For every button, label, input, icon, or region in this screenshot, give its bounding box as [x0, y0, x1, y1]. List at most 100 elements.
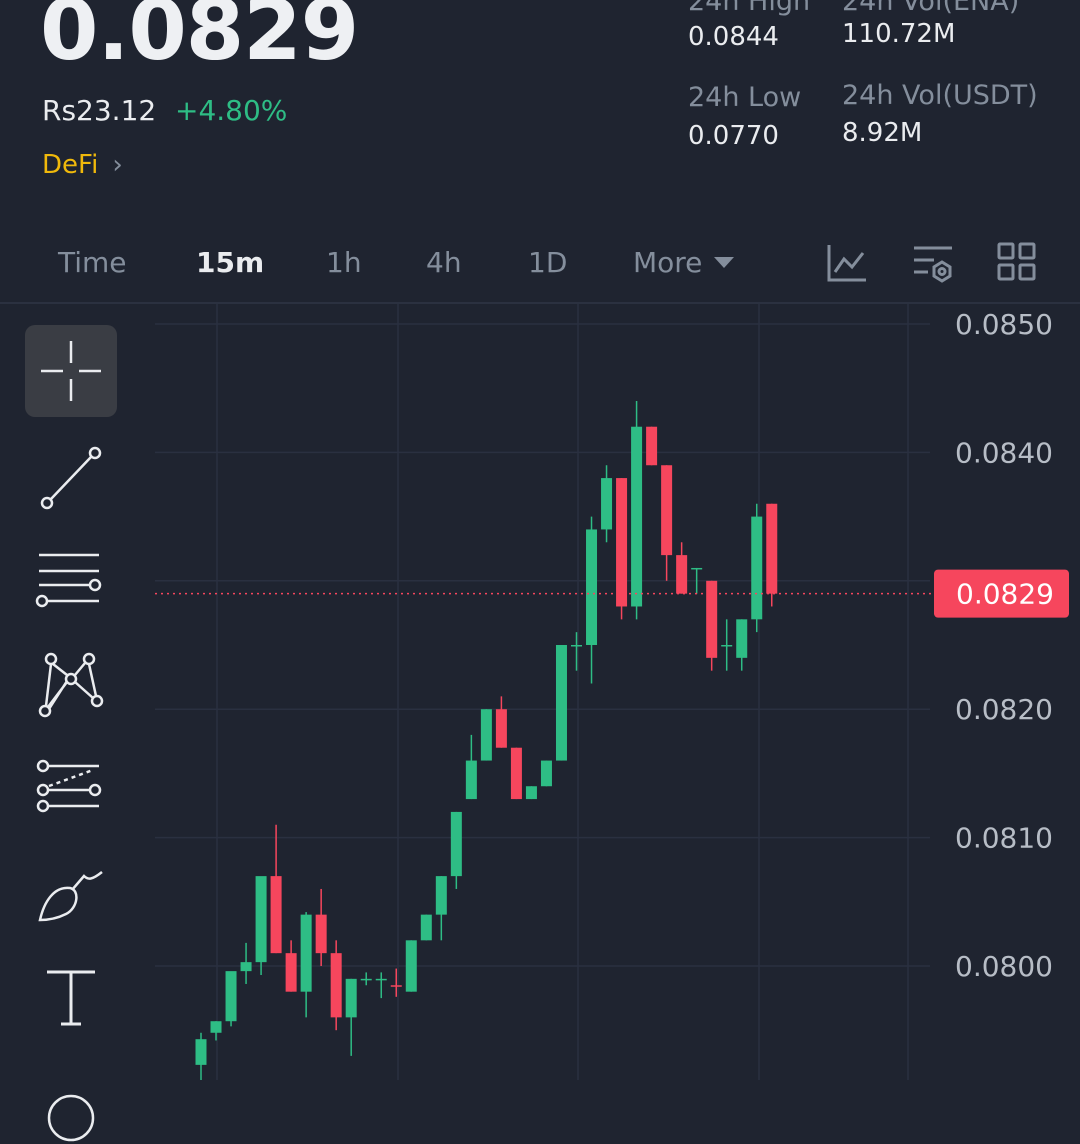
candle-body: [225, 971, 237, 1022]
candle-38: [766, 503, 778, 607]
stat-vol-base-value: 110.72M: [842, 19, 956, 49]
tool-text[interactable]: [25, 952, 117, 1044]
candlestick-chart[interactable]: 0.08500.08400.08300.08200.08100.0800 0.0…: [0, 304, 1080, 1080]
candle-body: [616, 478, 628, 607]
candle-20: [495, 696, 507, 748]
current-price-label: 0.0829: [956, 578, 1054, 611]
candle-body: [210, 1021, 222, 1033]
candle-23: [540, 760, 552, 787]
stat-high-label: 24h High: [688, 0, 811, 17]
tab-15m[interactable]: 15m: [196, 246, 264, 279]
candle-body: [601, 478, 613, 530]
tool-crosshair[interactable]: [25, 325, 117, 417]
candle-35: [721, 619, 733, 671]
chart-settings-icon[interactable]: [912, 242, 954, 284]
category-tag[interactable]: DeFi ›: [42, 150, 123, 180]
candle-30: [646, 426, 658, 466]
candle-6: [285, 940, 297, 992]
candle-body: [510, 747, 522, 800]
y-tick-label: 0.0850: [955, 308, 1053, 341]
candle-27: [601, 465, 613, 543]
candle-body: [631, 426, 643, 607]
candle-body: [270, 876, 282, 954]
candle-body: [676, 555, 688, 594]
tab-1d[interactable]: 1D: [528, 246, 567, 279]
candle-5: [270, 824, 282, 954]
text-icon: [47, 970, 95, 1026]
candle-16: [435, 876, 447, 941]
candle-11: [360, 972, 372, 986]
candle-body: [285, 953, 297, 992]
current-price-marker: 0.0829: [155, 569, 1069, 618]
candle-body: [706, 580, 718, 658]
candle-body: [315, 914, 327, 954]
candle-1: [210, 1021, 222, 1041]
candle-3: [240, 942, 252, 984]
y-tick-label: 0.0800: [955, 950, 1053, 983]
brush-icon: [38, 871, 103, 922]
tab-time[interactable]: Time: [58, 246, 127, 279]
candle-body: [360, 978, 372, 981]
candle-body: [540, 760, 552, 787]
tool-more[interactable]: [25, 1052, 117, 1144]
tab-1h[interactable]: 1h: [326, 246, 362, 279]
candle-body: [480, 709, 492, 761]
candle-8: [315, 888, 327, 966]
candle-32: [676, 542, 688, 594]
candle-body: [555, 645, 567, 761]
stat-low-label: 24h Low: [688, 82, 802, 113]
tool-fibonacci[interactable]: [25, 744, 117, 836]
candle-body: [405, 940, 417, 992]
candle-body: [571, 645, 582, 647]
candle-body: [646, 426, 658, 466]
candle-12: [375, 972, 387, 999]
horizontal-lines-icon: [35, 553, 102, 608]
candle-body: [525, 786, 537, 800]
candle-body: [586, 529, 598, 645]
pattern-icon: [38, 652, 104, 718]
tool-horizontal-lines[interactable]: [25, 535, 117, 627]
y-tick-label: 0.0810: [955, 822, 1053, 855]
candle-24: [555, 645, 567, 761]
more-tools-icon: [47, 1094, 95, 1142]
candle-body: [420, 914, 432, 941]
candle-21: [510, 747, 522, 800]
candle-body: [255, 876, 267, 963]
candle-17: [450, 811, 462, 889]
candle-9: [330, 940, 342, 1031]
candle-7: [300, 912, 312, 1018]
trend-line-icon: [40, 446, 102, 510]
candle-4: [255, 876, 267, 975]
y-tick-label: 0.0820: [955, 693, 1053, 726]
candle-body: [300, 914, 312, 992]
chevron-right-icon: ›: [112, 150, 123, 180]
candle-14: [405, 940, 417, 992]
tool-brush[interactable]: [25, 848, 117, 940]
tab-4h[interactable]: 4h: [426, 246, 462, 279]
layout-grid-icon[interactable]: [997, 242, 1037, 282]
tab-more[interactable]: More: [633, 246, 735, 279]
y-tick-label: 0.0840: [955, 436, 1053, 469]
candle-body: [240, 962, 252, 972]
candle-body: [330, 953, 342, 1018]
candles: [195, 401, 778, 1080]
candle-10: [345, 978, 357, 1056]
last-price: 0.0829: [40, 0, 359, 79]
candle-37: [751, 503, 763, 633]
candle-body: [435, 876, 447, 915]
candle-36: [736, 619, 748, 671]
fibonacci-icon: [36, 759, 102, 813]
candle-body: [465, 760, 477, 800]
price-change-percent: +4.80%: [175, 94, 288, 127]
indicator-chart-icon[interactable]: [826, 242, 868, 284]
chart-grid: [155, 304, 930, 1080]
candle-25: [571, 632, 582, 671]
candle-body: [195, 1039, 207, 1065]
tool-trend-line[interactable]: [25, 431, 117, 523]
candle-2: [225, 971, 237, 1027]
tool-pattern[interactable]: [25, 639, 117, 731]
candle-body: [345, 978, 357, 1018]
candle-body: [661, 465, 673, 556]
candle-15: [420, 914, 432, 941]
fiat-price: Rs23.12: [42, 94, 157, 127]
